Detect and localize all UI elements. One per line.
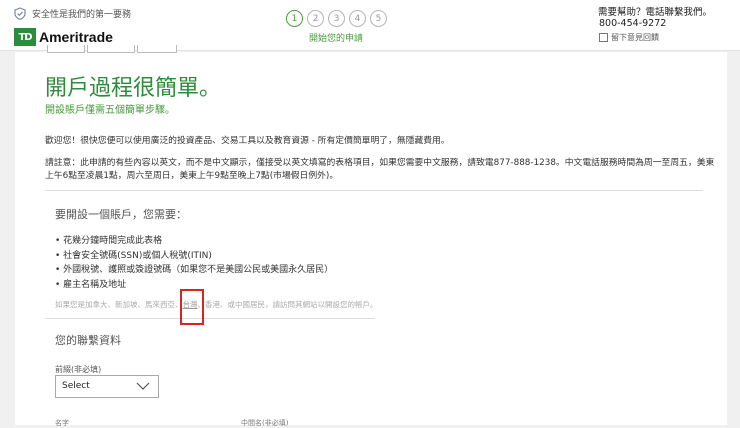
feedback-link[interactable]: 留下意見回饋 bbox=[599, 32, 659, 43]
application-card: 開戶過程很簡單。 開設賬戶僅需五個簡單步驟。 歡迎您！很快您便可以使用廣泛的投資… bbox=[15, 45, 727, 427]
tab-strip bbox=[47, 45, 177, 53]
step-3: 3 bbox=[328, 10, 345, 27]
td-ameritrade-logo[interactable]: TD Ameritrade bbox=[14, 28, 113, 46]
logo-text: Ameritrade bbox=[39, 29, 113, 45]
notice-text: 請註意：此申請的有些內容以英文，而不是中文顯示，僅接受以英文填寫的表格項目，如果… bbox=[45, 158, 715, 181]
contact-heading: 您的聯繫資料 bbox=[55, 334, 121, 347]
list-item-text: 雇主名稱及地址 bbox=[63, 279, 127, 290]
help-title: 需要幫助？電話聯繫我們。 bbox=[597, 7, 712, 18]
feedback-icon bbox=[599, 33, 608, 42]
country-notice: 如果您是加拿大、新加坡、馬來西亞、台灣、香港、或中國居民，請訪問其網站以開設您的… bbox=[55, 299, 378, 310]
tab-stub bbox=[137, 45, 177, 53]
tab-stub bbox=[47, 45, 85, 53]
middle-name-label: 中間名(非必填) bbox=[241, 419, 289, 427]
list-item: • 花幾分鐘時間完成此表格 bbox=[55, 236, 163, 246]
prefix-label: 前綴(非必填) bbox=[55, 365, 102, 374]
divider bbox=[45, 318, 375, 319]
list-item-text: 花幾分鐘時間完成此表格 bbox=[63, 236, 163, 246]
logo-mark: TD bbox=[14, 28, 36, 46]
security-note-text: 安全性是我們的第一要務 bbox=[32, 10, 132, 20]
help-phone[interactable]: 800-454-9272 bbox=[599, 18, 666, 29]
country-notice-post: 、香港、或中國居民，請訪問其網站以開設您的帳戶。 bbox=[197, 300, 378, 309]
page-title: 開戶過程很簡單。 bbox=[45, 76, 222, 101]
list-item-text: 外國稅號、護照或簽證號碼（如果您不是美國公民或美國永久居民） bbox=[63, 265, 334, 275]
requirements-heading: 要開設一個賬戶，您需要： bbox=[55, 208, 187, 221]
prefix-select-value: Select bbox=[62, 381, 90, 391]
security-note: 安全性是我們的第一要務 bbox=[14, 7, 131, 20]
top-header: 安全性是我們的第一要務 TD Ameritrade 1 2 3 4 5 開始您的… bbox=[0, 0, 740, 51]
divider bbox=[45, 190, 703, 191]
shield-check-icon bbox=[14, 7, 26, 20]
page-subtitle: 開設賬戶僅需五個簡單步驟。 bbox=[45, 105, 175, 116]
step-label: 開始您的申請 bbox=[309, 34, 364, 44]
progress-steps: 1 2 3 4 5 bbox=[286, 10, 387, 27]
list-item: • 外國稅號、護照或簽證號碼（如果您不是美國公民或美國永久居民） bbox=[55, 265, 334, 275]
list-item: • 社會安全號碼(SSN)或個人稅號(ITIN) bbox=[55, 250, 212, 261]
requirements-list: • 花幾分鐘時間完成此表格 • 社會安全號碼(SSN)或個人稅號(ITIN) •… bbox=[55, 234, 333, 292]
step-2: 2 bbox=[307, 10, 324, 27]
highlight-box bbox=[180, 289, 204, 325]
list-item-text: 社會安全號碼(SSN)或個人稅號(ITIN) bbox=[63, 250, 212, 261]
step-4: 4 bbox=[349, 10, 366, 27]
tab-stub bbox=[87, 45, 135, 53]
step-5: 5 bbox=[370, 10, 387, 27]
first-name-label: 名字 bbox=[55, 419, 69, 427]
step-1: 1 bbox=[286, 10, 303, 27]
prefix-select[interactable]: Select bbox=[55, 375, 159, 398]
chevron-down-icon bbox=[136, 382, 150, 390]
welcome-text: 歡迎您！很快您便可以使用廣泛的投資產品、交易工具以及教育資源 - 所有定價簡單明… bbox=[45, 136, 450, 146]
country-notice-pre: 如果您是加拿大、新加坡、馬來西亞、 bbox=[55, 300, 183, 309]
feedback-label: 留下意見回饋 bbox=[611, 33, 659, 42]
